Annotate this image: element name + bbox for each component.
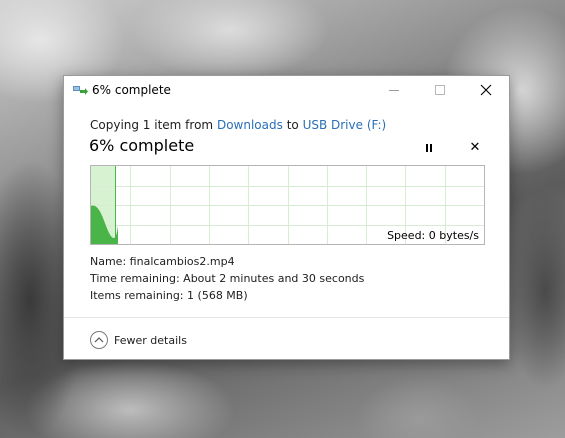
name-value: finalcambios2.mp4 bbox=[129, 255, 235, 268]
detail-time-remaining: Time remaining: About 2 minutes and 30 s… bbox=[90, 272, 364, 285]
name-label: Name: bbox=[90, 255, 127, 268]
copy-summary: Copying 1 item from Downloads to USB Dri… bbox=[90, 118, 386, 132]
window-title: 6% complete bbox=[92, 83, 171, 97]
items-value: 1 (568 MB) bbox=[187, 289, 248, 302]
time-value: About 2 minutes and 30 seconds bbox=[183, 272, 365, 285]
footer-divider bbox=[64, 317, 509, 318]
fewer-details-toggle[interactable]: Fewer details bbox=[90, 330, 187, 350]
progress-heading: 6% complete bbox=[89, 136, 195, 155]
minimize-button[interactable] bbox=[371, 76, 417, 104]
close-icon bbox=[480, 84, 492, 96]
copy-prefix: Copying 1 item from bbox=[90, 118, 214, 132]
detail-items-remaining: Items remaining: 1 (568 MB) bbox=[90, 289, 248, 302]
fewer-details-label: Fewer details bbox=[114, 333, 187, 347]
source-link[interactable]: Downloads bbox=[217, 118, 283, 132]
chevron-up-icon bbox=[90, 331, 108, 349]
title-bar[interactable]: 6% complete bbox=[64, 76, 509, 104]
cancel-button[interactable]: ✕ bbox=[466, 138, 484, 156]
items-label: Items remaining: bbox=[90, 289, 184, 302]
minimize-icon bbox=[389, 89, 399, 91]
maximize-button[interactable] bbox=[417, 76, 463, 104]
time-label: Time remaining: bbox=[90, 272, 180, 285]
maximize-icon bbox=[435, 85, 445, 95]
file-copy-icon bbox=[73, 86, 88, 95]
pause-icon bbox=[425, 144, 433, 152]
detail-name: Name: finalcambios2.mp4 bbox=[90, 255, 235, 268]
copy-connector: to bbox=[286, 118, 299, 132]
pause-button[interactable] bbox=[419, 139, 439, 157]
transfer-speed-graph: Speed: 0 bytes/s bbox=[90, 165, 485, 245]
close-button[interactable] bbox=[463, 76, 509, 104]
progress-edge bbox=[115, 166, 116, 244]
cancel-icon: ✕ bbox=[469, 139, 481, 155]
copy-progress-dialog: 6% complete Copying 1 item from Download… bbox=[63, 75, 510, 360]
destination-link[interactable]: USB Drive (F:) bbox=[303, 118, 387, 132]
speed-readout: Speed: 0 bytes/s bbox=[387, 229, 479, 242]
